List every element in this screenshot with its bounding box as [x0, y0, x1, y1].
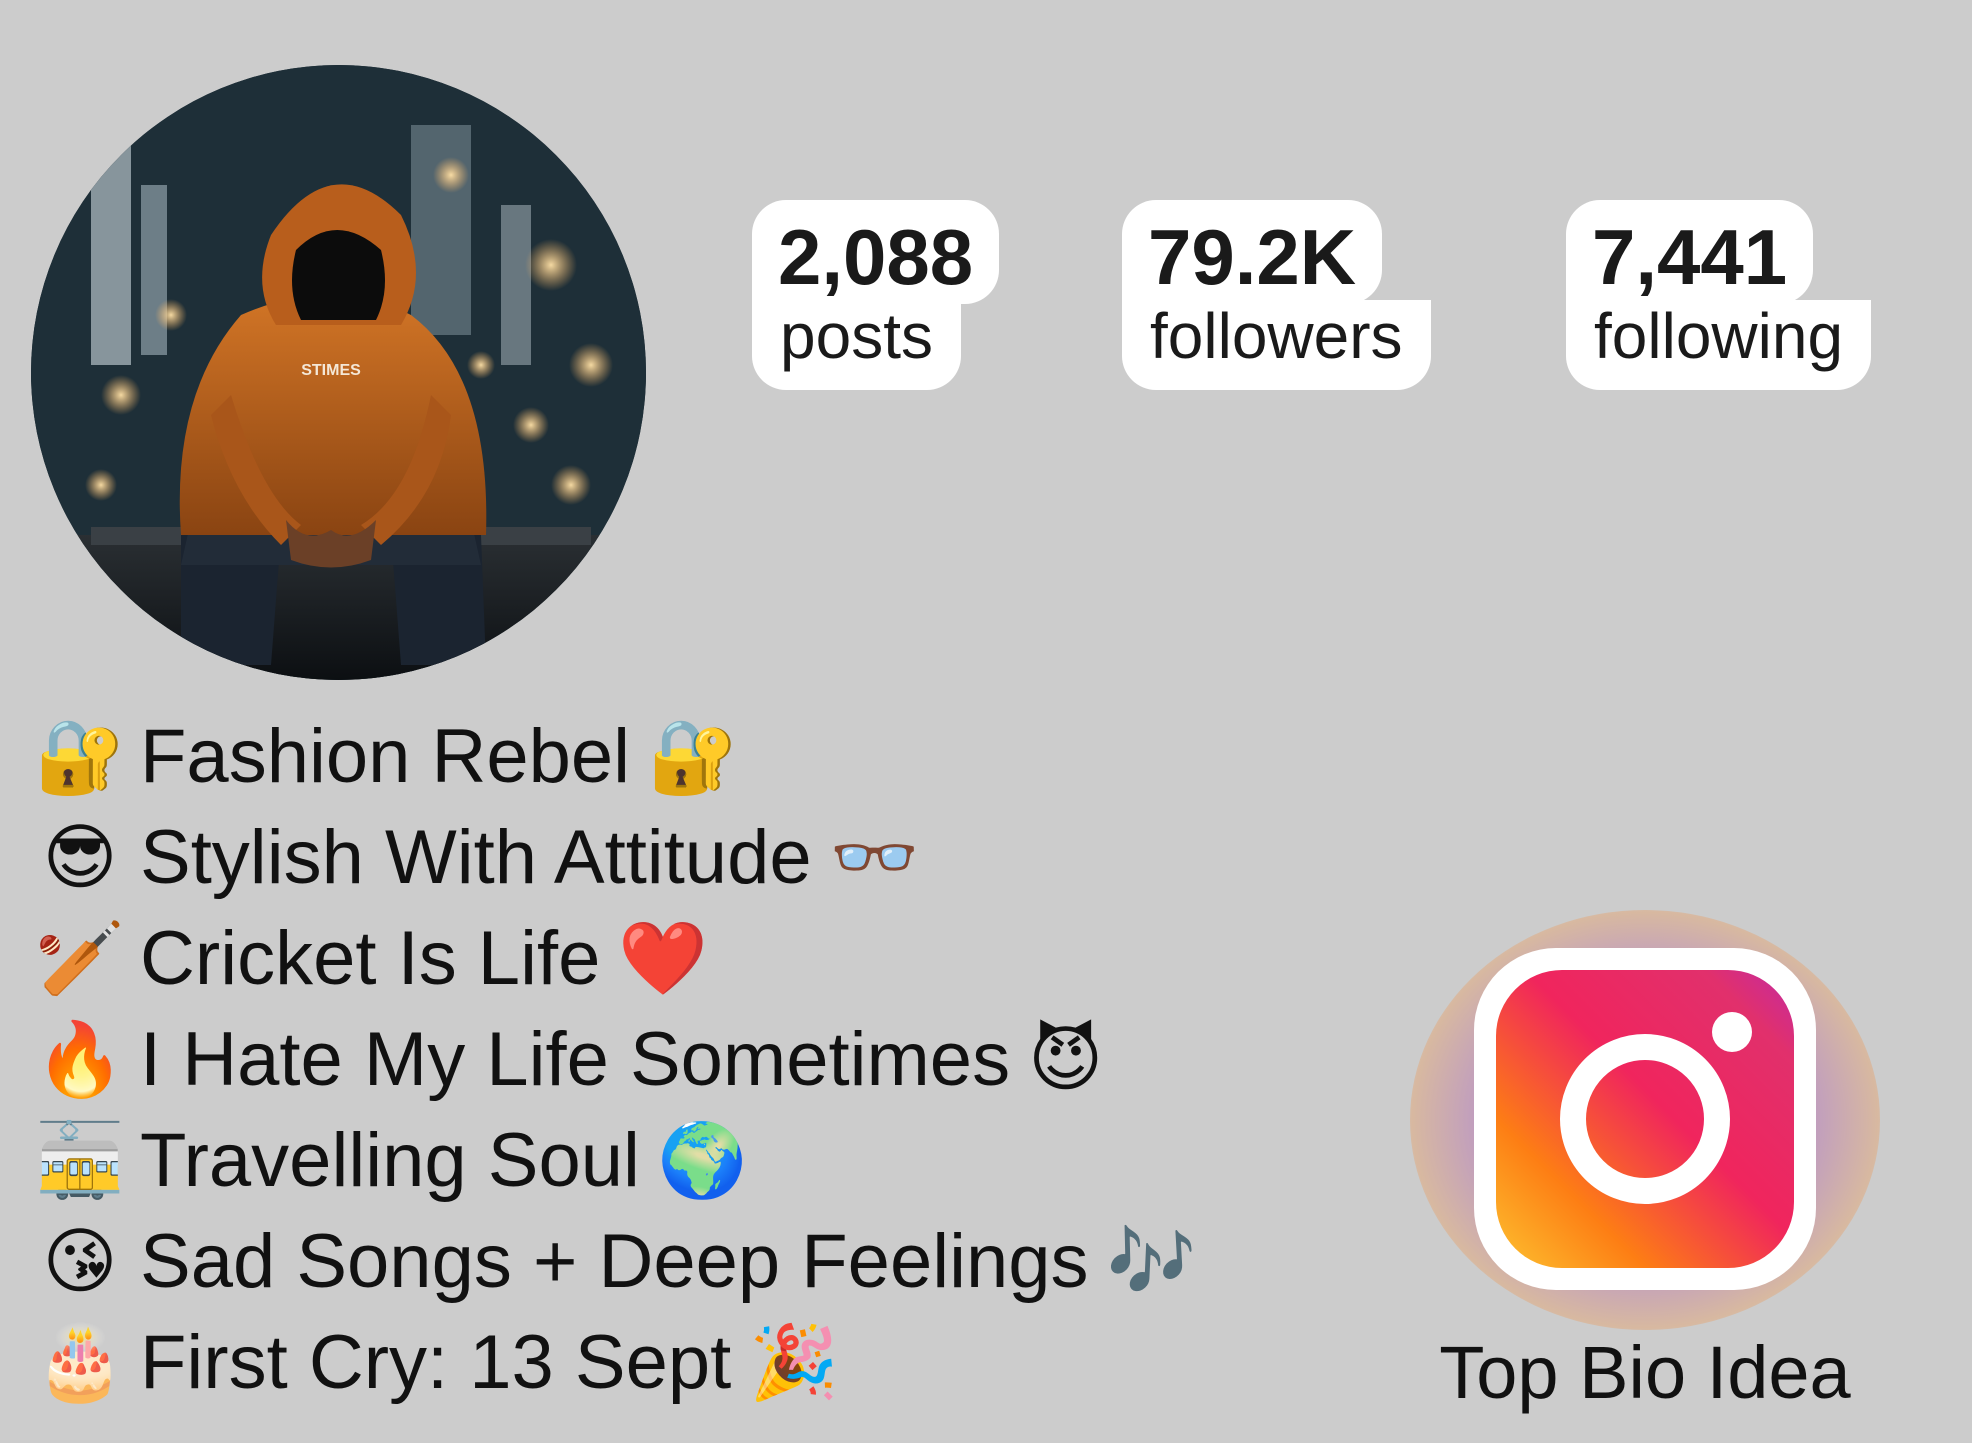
logo-caption: Top Bio Idea — [1439, 1331, 1851, 1414]
followers-label: followers — [1122, 300, 1431, 390]
bio-list: 🔐 Fashion Rebel 🔐 😎 Stylish With Attitud… — [34, 706, 1196, 1413]
sunglasses-face-icon: 😎 — [42, 817, 118, 898]
bio-text: First Cry: 13 Sept — [140, 1320, 732, 1405]
music-notes-icon: 🎶 — [1106, 1221, 1197, 1302]
party-popper-icon: 🎉 — [749, 1322, 839, 1403]
bio-line: 😘 Sad Songs + Deep Feelings 🎶 — [34, 1211, 1196, 1312]
bio-line: 🔐 Fashion Rebel 🔐 — [34, 706, 1196, 807]
bio-text: Travelling Soul — [140, 1118, 640, 1203]
posts-count: 2,088 — [752, 200, 1000, 304]
stat-following[interactable]: 7,441 following — [1566, 200, 1872, 390]
bio-text: Fashion Rebel — [140, 714, 631, 799]
bio-text: Stylish With Attitude — [140, 815, 812, 900]
birthday-cake-icon: 🎂 — [35, 1322, 125, 1403]
bio-line: 🎂 First Cry: 13 Sept 🎉 — [34, 1312, 1196, 1413]
bio-line: 😎 Stylish With Attitude 👓 — [34, 807, 1196, 908]
fire-icon: 🔥 — [35, 1019, 125, 1100]
following-label: following — [1566, 300, 1872, 390]
stat-followers[interactable]: 79.2K followers — [1122, 200, 1431, 390]
instagram-icon — [1474, 948, 1816, 1290]
bio-text: I Hate My Life Sometimes — [140, 1017, 1011, 1102]
followers-count: 79.2K — [1122, 200, 1383, 304]
lock-key-icon: 🔐 — [648, 716, 738, 797]
cricket-bat-icon: 🏏 — [35, 918, 125, 999]
bio-text: Cricket Is Life — [140, 916, 601, 1001]
avatar-image: STIMES — [31, 65, 646, 680]
bio-line: 🔥 I Hate My Life Sometimes 😈 — [34, 1009, 1196, 1110]
bio-line: 🚋 Travelling Soul 🌍 — [34, 1110, 1196, 1211]
svg-text:STIMES: STIMES — [301, 362, 361, 379]
kissing-face-icon: 😘 — [42, 1221, 118, 1302]
devil-face-icon: 😈 — [1028, 1019, 1104, 1100]
tram-icon: 🚋 — [35, 1120, 125, 1201]
bio-text: Sad Songs + Deep Feelings — [140, 1219, 1089, 1304]
glasses-icon: 👓 — [829, 817, 920, 898]
stat-posts[interactable]: 2,088 posts — [752, 200, 1000, 390]
lock-key-icon: 🔐 — [35, 716, 125, 797]
globe-icon: 🌍 — [657, 1120, 748, 1201]
following-count: 7,441 — [1566, 200, 1814, 304]
profile-avatar[interactable]: STIMES — [31, 65, 646, 680]
heart-icon: ❤️ — [618, 918, 708, 999]
bio-line: 🏏 Cricket Is Life ❤️ — [34, 908, 1196, 1009]
posts-label: posts — [752, 300, 961, 390]
